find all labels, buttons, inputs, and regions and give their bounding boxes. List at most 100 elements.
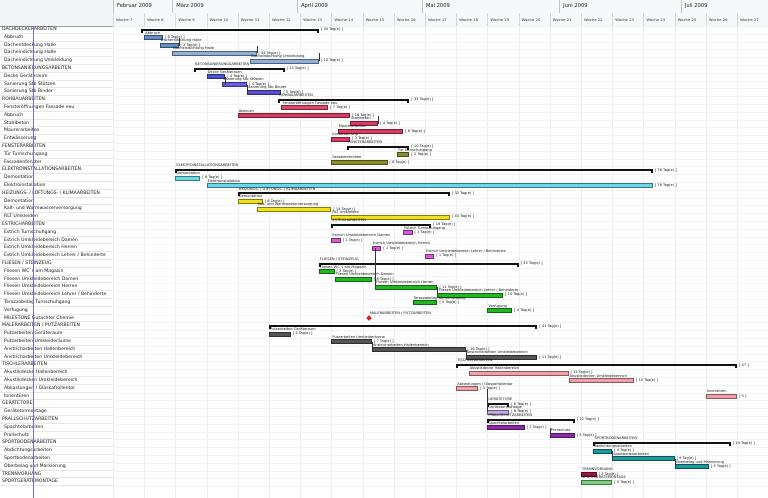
- milestone-marker[interactable]: [365, 315, 372, 322]
- task-bar[interactable]: [318, 269, 335, 275]
- bar-caption: Sanierung Stb Binder: [248, 85, 287, 90]
- task-row[interactable]: Prallschutz: [0, 432, 113, 440]
- task-group-row[interactable]: TISCHLERARBEITEN: [0, 361, 113, 370]
- task-row[interactable]: Putzarbeiten Geräteraum: [0, 330, 113, 338]
- task-group-row[interactable]: SPORTBODENARBEITEN: [0, 439, 113, 448]
- task-bar[interactable]: [403, 230, 413, 236]
- task-row[interactable]: Fliesen Umkleidebereich Herren: [0, 283, 113, 292]
- task-bar[interactable]: [175, 175, 201, 181]
- task-group-row[interactable]: ELEKTROINSTALLATIONSARBEITEN: [0, 166, 113, 175]
- task-row[interactable]: Dacheindichtung Umkleidung: [0, 57, 113, 65]
- task-bar[interactable]: [250, 58, 319, 64]
- task-bar[interactable]: [172, 50, 257, 56]
- task-bar[interactable]: [593, 448, 613, 454]
- task-bar[interactable]: [281, 105, 329, 111]
- grid-row-line: [113, 306, 768, 308]
- summary-bar[interactable]: [237, 192, 451, 197]
- task-row[interactable]: Gerätetormontage: [0, 408, 113, 416]
- task-bar[interactable]: [487, 308, 513, 314]
- task-bar[interactable]: [334, 277, 372, 282]
- task-row[interactable]: Fliesen WC`s am Magazin: [0, 268, 113, 276]
- task-bar[interactable]: [674, 464, 709, 470]
- task-row[interactable]: Anstricharbeiten Hallenbereich: [0, 346, 113, 354]
- task-row[interactable]: Fensteröffnungen Fassade neu: [0, 104, 113, 112]
- task-row[interactable]: Estrich Umkleidebereich Damen: [0, 237, 113, 245]
- task-row[interactable]: Tür Turnschuhgang: [0, 151, 113, 159]
- task-row[interactable]: Estrich Umkleidebereich Lehrer / Behinde…: [0, 252, 113, 260]
- task-row[interactable]: Sanierung Stb Binder: [0, 88, 113, 97]
- task-bar[interactable]: [468, 370, 569, 376]
- task-row[interactable]: Fliesen Umkleidebereich Lehrer / Behinde…: [0, 291, 113, 299]
- task-row[interactable]: Abkastungen / Glaskafrollentor: [0, 385, 113, 393]
- task-row[interactable]: Terazzobelag Turnschuhgang: [0, 299, 113, 307]
- task-bar[interactable]: [269, 331, 291, 337]
- task-group-row[interactable]: SPORTGERÄTEMONTAGE: [0, 478, 113, 487]
- task-group-row[interactable]: BETONSANIERUNGSARBEITEN: [0, 65, 113, 73]
- task-bar[interactable]: [612, 456, 675, 462]
- task-row[interactable]: Spachtelarbeiten: [0, 424, 113, 432]
- task-bar[interactable]: [375, 284, 438, 290]
- task-row[interactable]: Innentüren: [0, 393, 113, 401]
- task-group-row[interactable]: ESTRICHARBEITEN: [0, 221, 113, 229]
- summary-bar[interactable]: [141, 28, 319, 33]
- bar-caption: Oberbelag und Markierung: [675, 459, 724, 464]
- task-row[interactable]: Putzarbeiten Umkleideräume: [0, 338, 113, 346]
- task-bar[interactable]: [331, 339, 372, 345]
- task-row[interactable]: Decke Geräteraum: [0, 73, 113, 81]
- task-row[interactable]: Fassadenfenster: [0, 159, 113, 167]
- task-bar[interactable]: [412, 300, 438, 306]
- task-row[interactable]: Sanierung Stb Stützen: [0, 81, 113, 89]
- task-bar[interactable]: [581, 479, 613, 485]
- task-bar[interactable]: [237, 113, 351, 119]
- task-row[interactable]: Akustikdecke Hallenbereich: [0, 369, 113, 377]
- task-bar[interactable]: [256, 206, 332, 212]
- task-bar[interactable]: [371, 347, 466, 353]
- task-row[interactable]: Anstricharbeiten Umkleidebereich: [0, 354, 113, 362]
- task-bar[interactable]: [425, 253, 435, 259]
- task-row[interactable]: Abbruch: [0, 112, 113, 120]
- task-row[interactable]: Abdichtungsarbeiten: [0, 447, 113, 455]
- task-bar[interactable]: [331, 238, 341, 243]
- task-row[interactable]: Verfugung: [0, 307, 113, 315]
- task-row[interactable]: Oberbelag und Markierung: [0, 463, 113, 471]
- task-group-row[interactable]: GERÄTETORE: [0, 400, 113, 409]
- task-row[interactable]: Demontation: [0, 198, 113, 206]
- week-label: Woche 15: [362, 13, 394, 26]
- task-row[interactable]: Stahlbeton: [0, 120, 113, 128]
- task-row[interactable]: Akustikdecken Umkleidebereich: [0, 377, 113, 385]
- task-group-row[interactable]: PRALLSCHUTZARBEITEN: [0, 416, 113, 424]
- summary-bar[interactable]: [175, 168, 654, 173]
- task-row[interactable]: MILESTONE Gutachter Chemie: [0, 315, 113, 323]
- task-row[interactable]: Kalt- und Warmwasserversorgung: [0, 205, 113, 214]
- task-bar[interactable]: [549, 433, 575, 438]
- task-row[interactable]: Entwässerung: [0, 135, 113, 143]
- task-group-row[interactable]: HEIZUNGS- / LÜFTUNGS- / KLIMAARBEITEN: [0, 190, 113, 198]
- task-row[interactable]: Elektroinstallation: [0, 182, 113, 190]
- task-row[interactable]: Fliesen Umkleidebereich Damen: [0, 276, 113, 284]
- task-bar[interactable]: [396, 152, 410, 158]
- task-row[interactable]: Estrich Umkleidebereich Herren: [0, 244, 113, 253]
- task-row[interactable]: Abbruch: [0, 34, 113, 42]
- task-row[interactable]: Sportbodenarbeiten: [0, 455, 113, 463]
- task-group-row[interactable]: MALERARBEITEN / PUTZARBEITEN: [0, 322, 113, 331]
- task-group-row[interactable]: DACHDECKERARBEITEN: [0, 26, 113, 34]
- task-group-row[interactable]: ROHBAUARBEITEN: [0, 96, 113, 104]
- task-bar[interactable]: [247, 89, 282, 95]
- task-bar[interactable]: [705, 394, 737, 399]
- task-group-row[interactable]: FENSTERARBEITEN: [0, 143, 113, 151]
- task-row[interactable]: Dachentdeckung Halle: [0, 42, 113, 50]
- task-bar[interactable]: [487, 425, 525, 431]
- task-row[interactable]: Estrich Turnschuhgang: [0, 229, 113, 237]
- duration-label: [ 3 Tag(e) ]: [480, 386, 500, 390]
- dependency-connector: [612, 451, 614, 459]
- task-bar[interactable]: [371, 245, 382, 251]
- task-group-row[interactable]: TRENNVORHANG: [0, 471, 113, 479]
- task-row[interactable]: Demontation: [0, 174, 113, 182]
- task-bar[interactable]: [456, 386, 479, 392]
- task-bar[interactable]: [331, 160, 388, 165]
- task-bar[interactable]: [568, 378, 635, 384]
- task-row[interactable]: RLT Umkleiden: [0, 213, 113, 221]
- task-group-row[interactable]: FLIESEN / STEINZEUG: [0, 260, 113, 268]
- task-row[interactable]: Dacheindichtung Halle: [0, 49, 113, 58]
- task-row[interactable]: Maurerarbeiten: [0, 127, 113, 136]
